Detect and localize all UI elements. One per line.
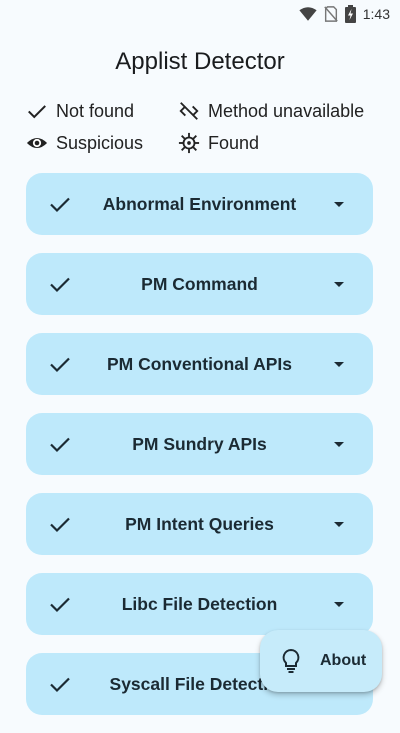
card-label: Libc File Detection	[121, 593, 278, 614]
legend-found-label: Found	[208, 132, 260, 153]
check-icon	[50, 197, 70, 213]
legend-method-unavailable-label: Method unavailable	[208, 100, 365, 121]
card-abnormal-environment[interactable]: Abnormal Environment	[26, 173, 373, 235]
check-icon	[50, 517, 70, 533]
wifi-icon	[299, 7, 317, 21]
card-label: PM Conventional APIs	[106, 353, 293, 374]
legend-not-found-label: Not found	[56, 100, 135, 121]
about-button[interactable]: About	[260, 630, 382, 692]
check-icon	[50, 357, 70, 373]
check-icon	[50, 277, 70, 293]
code-off-icon	[178, 100, 200, 122]
check-icon	[50, 437, 70, 453]
chevron-down-icon[interactable]	[327, 512, 351, 536]
card-libc-file-detection[interactable]: Libc File Detection	[26, 573, 373, 635]
check-icon	[26, 100, 48, 122]
lightbulb-icon	[282, 648, 300, 673]
status-bar: 1:43	[0, 0, 400, 28]
chevron-down-icon[interactable]	[327, 352, 351, 376]
legend-suspicious-label: Suspicious	[56, 132, 144, 153]
legend-not-found: Not found	[26, 100, 178, 122]
status-time: 1:43	[362, 6, 390, 22]
check-icon	[50, 597, 70, 613]
card-label: PM Command	[141, 273, 258, 294]
check-icon	[50, 677, 70, 693]
legend-found: Found	[178, 132, 398, 154]
legend-suspicious: Suspicious	[26, 132, 178, 154]
card-pm-intent-queries[interactable]: PM Intent Queries	[26, 493, 373, 555]
eye-icon	[26, 132, 48, 154]
page-title: Applist Detector	[115, 48, 285, 75]
card-label: PM Sundry APIs	[132, 433, 267, 454]
chevron-down-icon[interactable]	[327, 592, 351, 616]
chevron-down-icon[interactable]	[327, 272, 351, 296]
about-button-label: About	[320, 652, 367, 669]
card-label: PM Intent Queries	[125, 513, 274, 534]
chevron-down-icon[interactable]	[327, 192, 351, 216]
legend: Not found Method unavailable Suspicious	[26, 100, 400, 154]
legend-method-unavailable: Method unavailable	[178, 100, 398, 122]
card-pm-command[interactable]: PM Command	[26, 253, 373, 315]
battery-charging-icon	[344, 5, 356, 23]
card-pm-sundry-apis[interactable]: PM Sundry APIs	[26, 413, 373, 475]
no-sim-icon	[323, 6, 338, 22]
chevron-down-icon[interactable]	[327, 432, 351, 456]
card-label: Abnormal Environment	[102, 193, 297, 214]
card-pm-conventional-apis[interactable]: PM Conventional APIs	[26, 333, 373, 395]
virus-icon	[178, 132, 200, 154]
